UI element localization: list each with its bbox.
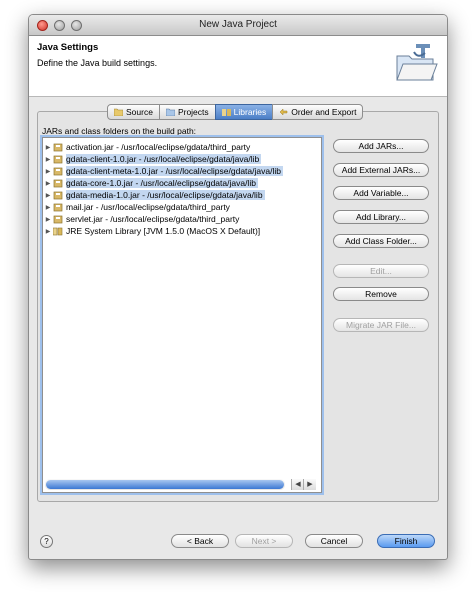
- jar-icon: [53, 143, 63, 151]
- next-button[interactable]: Next >: [235, 534, 293, 548]
- libraries-icon: [221, 109, 231, 116]
- new-java-project-wizard-icon: [396, 44, 438, 81]
- new-java-project-dialog: New Java Project Java Settings Define th…: [28, 14, 448, 560]
- tree-row[interactable]: ▶ JRE System Library [JVM 1.5.0 (MacOS X…: [43, 225, 262, 237]
- remove-button[interactable]: Remove: [333, 287, 429, 301]
- expand-triangle-icon[interactable]: ▶: [43, 144, 53, 151]
- tree-row-label: JRE System Library [JVM 1.5.0 (MacOS X D…: [66, 226, 261, 236]
- projects-icon: [165, 108, 175, 116]
- jar-icon: [53, 155, 63, 163]
- add-class-folder-button[interactable]: Add Class Folder...: [333, 234, 429, 248]
- wizard-footer: ? < Back Next > Cancel Finish: [29, 519, 447, 559]
- tab-order-export-label: Order and Export: [291, 107, 357, 117]
- expand-triangle-icon[interactable]: ▶: [43, 228, 53, 235]
- jar-icon: [53, 203, 63, 211]
- tree-row-label: servlet.jar - /usr/local/eclipse/gdata/t…: [66, 214, 240, 224]
- help-icon[interactable]: ?: [40, 535, 53, 548]
- page-description: Define the Java build settings.: [37, 58, 158, 68]
- add-jars-button[interactable]: Add JARs...: [333, 139, 429, 153]
- libraries-panel: JARs and class folders on the build path…: [37, 111, 439, 502]
- edit-button[interactable]: Edit...: [333, 264, 429, 278]
- tree-row-label: gdata-core-1.0.jar - /usr/local/eclipse/…: [66, 178, 258, 188]
- tree-row-label: gdata-client-1.0.jar - /usr/local/eclips…: [66, 154, 262, 164]
- scrollbar-track[interactable]: [45, 479, 285, 490]
- tree-row[interactable]: ▶ gdata-core-1.0.jar - /usr/local/eclips…: [43, 177, 258, 189]
- source-folder-icon: [114, 108, 123, 116]
- order-export-icon: [279, 108, 288, 116]
- tree-row-label: activation.jar - /usr/local/eclipse/gdat…: [66, 142, 251, 152]
- expand-triangle-icon[interactable]: ▶: [43, 180, 53, 187]
- tree-row-label: gdata-client-meta-1.0.jar - /usr/local/e…: [66, 166, 283, 176]
- jar-icon: [53, 167, 63, 175]
- tab-projects[interactable]: Projects: [158, 104, 216, 120]
- build-path-tree[interactable]: ▶ activation.jar - /usr/local/eclipse/gd…: [42, 137, 322, 493]
- tab-libraries[interactable]: Libraries: [214, 104, 274, 120]
- scroll-right-arrow-icon[interactable]: ▶: [303, 479, 316, 490]
- expand-triangle-icon[interactable]: ▶: [43, 216, 53, 223]
- title-bar[interactable]: New Java Project: [29, 15, 447, 36]
- tab-source-label: Source: [126, 107, 153, 117]
- tree-row[interactable]: ▶ gdata-client-1.0.jar - /usr/local/ecli…: [43, 153, 262, 165]
- build-path-label: JARs and class folders on the build path…: [42, 126, 197, 136]
- tree-row[interactable]: ▶ gdata-media-1.0.jar - /usr/local/eclip…: [43, 189, 265, 201]
- library-icon: [53, 227, 63, 235]
- jar-icon: [53, 191, 63, 199]
- back-button[interactable]: < Back: [171, 534, 229, 548]
- migrate-jar-file-button[interactable]: Migrate JAR File...: [333, 318, 429, 332]
- build-settings-content: Source Projects Libraries Order and Expo…: [37, 104, 439, 502]
- scrollbar-thumb[interactable]: [46, 480, 284, 489]
- horizontal-scrollbar[interactable]: ◀ ▶: [45, 479, 319, 490]
- expand-triangle-icon[interactable]: ▶: [43, 192, 53, 199]
- tab-source[interactable]: Source: [107, 104, 160, 120]
- add-variable-button[interactable]: Add Variable...: [333, 186, 429, 200]
- tree-row[interactable]: ▶ servlet.jar - /usr/local/eclipse/gdata…: [43, 213, 241, 225]
- cancel-button[interactable]: Cancel: [305, 534, 363, 548]
- tree-row[interactable]: ▶ mail.jar - /usr/local/eclipse/gdata/th…: [43, 201, 232, 213]
- wizard-header: Java Settings Define the Java build sett…: [29, 36, 447, 97]
- settings-tabs: Source Projects Libraries Order and Expo…: [107, 104, 364, 120]
- tree-row-label: mail.jar - /usr/local/eclipse/gdata/thir…: [66, 202, 230, 212]
- tab-projects-label: Projects: [177, 107, 209, 117]
- jar-icon: [53, 215, 63, 223]
- expand-triangle-icon[interactable]: ▶: [43, 204, 53, 211]
- add-external-jars-button[interactable]: Add External JARs...: [333, 163, 429, 177]
- tree-row[interactable]: ▶ gdata-client-meta-1.0.jar - /usr/local…: [43, 165, 283, 177]
- add-library-button[interactable]: Add Library...: [333, 210, 429, 224]
- tab-libraries-label: Libraries: [233, 107, 267, 117]
- jar-icon: [53, 179, 63, 187]
- expand-triangle-icon[interactable]: ▶: [43, 168, 53, 175]
- expand-triangle-icon[interactable]: ▶: [43, 156, 53, 163]
- tree-row[interactable]: ▶ activation.jar - /usr/local/eclipse/gd…: [43, 141, 252, 153]
- window-title: New Java Project: [199, 19, 277, 30]
- page-title: Java Settings: [37, 42, 99, 53]
- finish-button[interactable]: Finish: [377, 534, 435, 548]
- tree-row-label: gdata-media-1.0.jar - /usr/local/eclipse…: [66, 190, 265, 200]
- tab-order-and-export[interactable]: Order and Export: [272, 104, 364, 120]
